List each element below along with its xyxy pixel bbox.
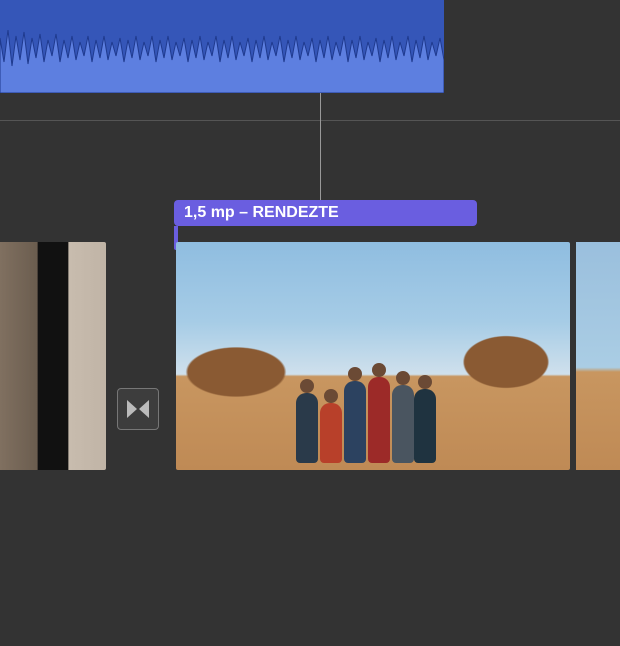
clip-thumbnail (176, 242, 570, 470)
bowtie-icon (125, 396, 151, 422)
track-separator (0, 120, 620, 121)
timeline-clip[interactable] (176, 242, 570, 470)
thumbnail-content (296, 338, 446, 463)
title-overlay[interactable]: 1,5 mp – RENDEZTE (174, 200, 477, 226)
transition-cross-dissolve[interactable] (117, 388, 159, 430)
clip-thumbnail (576, 242, 620, 470)
waveform-icon (0, 0, 444, 93)
title-overlay-label: 1,5 mp – RENDEZTE (184, 204, 339, 222)
audio-track[interactable] (0, 93, 444, 186)
timeline-clip[interactable] (0, 242, 106, 470)
timeline-clip[interactable] (576, 242, 620, 470)
clip-thumbnail (0, 242, 106, 470)
